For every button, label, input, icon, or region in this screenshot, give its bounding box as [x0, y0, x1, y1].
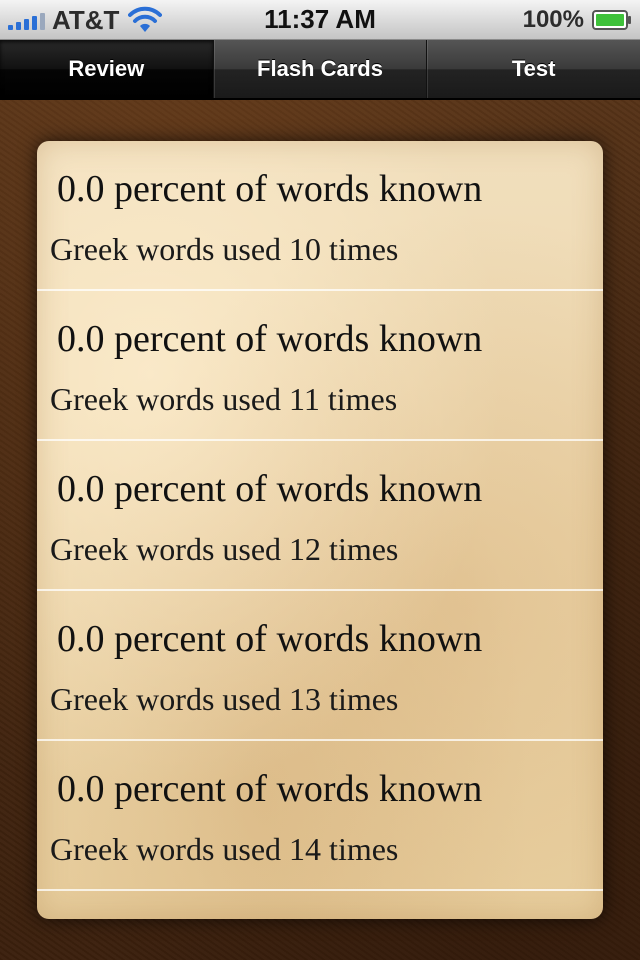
list-item[interactable]: 0.0 percent of words known Greek words u…	[37, 591, 603, 741]
list-item[interactable]: 0.0 percent of words known Greek words u…	[37, 141, 603, 291]
list-item-title: 0.0 percent of words known	[57, 168, 483, 210]
tab-test[interactable]: Test	[427, 40, 640, 98]
list-item-title: 0.0 percent of words known	[57, 468, 483, 510]
battery-icon	[592, 10, 631, 30]
word-stats-list: 0.0 percent of words known Greek words u…	[37, 141, 603, 919]
list-item[interactable]: 0.0 percent of words known Greek words u…	[37, 441, 603, 591]
list-item-subtitle: Greek words used 14 times	[50, 831, 399, 867]
status-bar: AT&T 11:37 AM 100%	[0, 0, 640, 40]
list-item[interactable]: 0.0 percent of words known Greek words u…	[37, 291, 603, 441]
tab-review[interactable]: Review	[0, 40, 214, 98]
tab-bar: Review Flash Cards Test	[0, 40, 640, 100]
list-item-title: 0.0 percent of words known	[57, 318, 483, 360]
list-item-subtitle: Greek words used 12 times	[50, 531, 399, 567]
list-item-title: 0.0 percent of words known	[57, 768, 483, 810]
battery-percent: 100%	[522, 6, 584, 33]
list-item-subtitle: Greek words used 11 times	[50, 381, 398, 417]
list-item-subtitle: Greek words used 10 times	[50, 231, 399, 267]
tab-flash-cards[interactable]: Flash Cards	[214, 40, 428, 98]
list-item[interactable]: 0.0 percent of words known Greek words u…	[37, 741, 603, 891]
list-item-subtitle: Greek words used 13 times	[50, 681, 399, 717]
list-item-title: 0.0 percent of words known	[57, 618, 483, 660]
